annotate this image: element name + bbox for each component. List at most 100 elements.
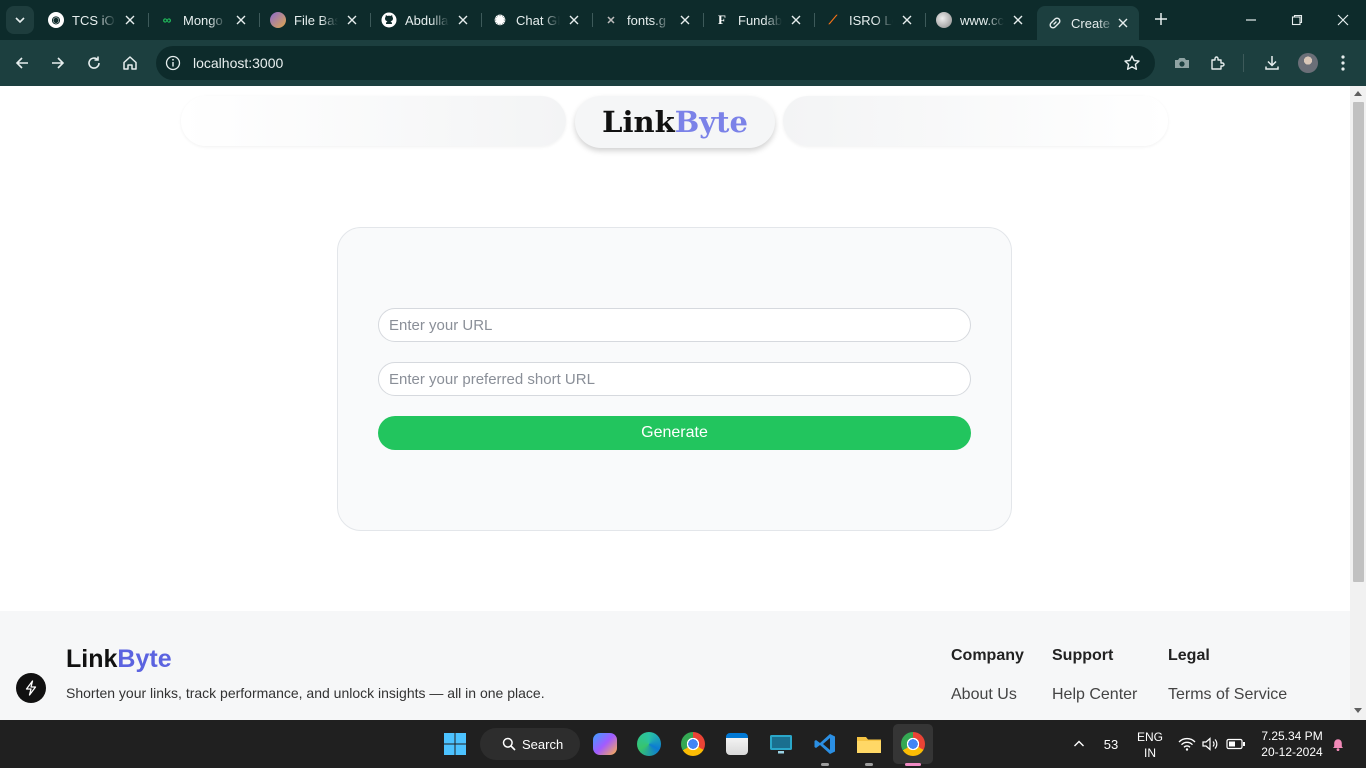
footer-link-help-center[interactable]: Help Center bbox=[1052, 686, 1137, 704]
browser-menu-button[interactable] bbox=[1331, 51, 1355, 75]
download-icon bbox=[1265, 56, 1279, 70]
minimize-icon bbox=[1246, 19, 1256, 21]
start-button[interactable] bbox=[440, 729, 470, 759]
battery-status[interactable] bbox=[1224, 729, 1248, 759]
browser-tab[interactable]: ◉ TCS iON bbox=[38, 6, 146, 34]
tcs-icon: ◉ bbox=[48, 12, 64, 28]
notifications-button[interactable] bbox=[1326, 729, 1350, 759]
browser-tab-strip: ◉ TCS iON ∞ Mongo File Bas Abdulla ✺ Cha… bbox=[0, 0, 1366, 40]
running-indicator bbox=[821, 763, 829, 766]
browser-tab[interactable]: ⟋ ISRO Le bbox=[815, 6, 923, 34]
profile-button[interactable] bbox=[1296, 51, 1320, 75]
footer-link-about-us[interactable]: About Us bbox=[951, 686, 1017, 704]
close-tab-icon[interactable] bbox=[899, 12, 915, 28]
language-line-1[interactable]: ENG bbox=[1134, 730, 1166, 744]
address-bar[interactable]: localhost:3000 bbox=[156, 46, 1155, 80]
tab-title: fonts.g bbox=[627, 12, 667, 28]
close-tab-icon[interactable] bbox=[344, 12, 360, 28]
minimize-button[interactable] bbox=[1239, 8, 1263, 32]
reload-button[interactable] bbox=[82, 51, 106, 75]
store-app[interactable] bbox=[722, 729, 752, 759]
downloads-button[interactable] bbox=[1260, 51, 1284, 75]
extensions-button[interactable] bbox=[1206, 51, 1230, 75]
file-explorer-app[interactable] bbox=[854, 729, 884, 759]
file-base-icon bbox=[270, 12, 286, 28]
edge-icon bbox=[637, 732, 661, 756]
tab-title: ISRO Le bbox=[849, 12, 893, 28]
monitor-app[interactable] bbox=[766, 729, 796, 759]
tab-title: Fundab bbox=[738, 12, 782, 28]
vscode-app[interactable] bbox=[810, 729, 840, 759]
browser-tab-active[interactable]: Create bbox=[1037, 6, 1139, 40]
home-button[interactable] bbox=[118, 51, 142, 75]
vscode-icon bbox=[814, 734, 835, 754]
language-line-2[interactable]: IN bbox=[1134, 746, 1166, 760]
tab-title: Create bbox=[1071, 15, 1111, 31]
new-tab-button[interactable] bbox=[1150, 8, 1172, 30]
close-tab-icon[interactable] bbox=[1010, 12, 1026, 28]
puzzle-icon bbox=[1211, 56, 1225, 70]
chrome-app[interactable] bbox=[678, 729, 708, 759]
scroll-down-arrow-icon[interactable] bbox=[1354, 708, 1362, 713]
taskbar-search[interactable]: Search bbox=[480, 728, 580, 760]
browser-tab[interactable]: ✕ fonts.g bbox=[593, 6, 701, 34]
arrow-left-icon bbox=[15, 57, 28, 69]
browser-tab[interactable]: File Bas bbox=[260, 6, 368, 34]
dev-tools-badge[interactable] bbox=[16, 673, 46, 703]
show-hidden-icons-button[interactable] bbox=[1066, 729, 1092, 759]
browser-tab[interactable]: www.cc bbox=[926, 6, 1034, 34]
mongodb-icon: ∞ bbox=[162, 13, 172, 27]
close-tab-icon[interactable] bbox=[1115, 15, 1131, 31]
volume-status[interactable] bbox=[1200, 729, 1222, 759]
short-url-input[interactable] bbox=[378, 362, 971, 396]
avatar bbox=[1298, 53, 1318, 73]
url-input[interactable] bbox=[378, 308, 971, 342]
chrome-profile-app[interactable] bbox=[898, 729, 928, 759]
edge-app[interactable] bbox=[634, 729, 664, 759]
close-tab-icon[interactable] bbox=[122, 12, 138, 28]
forward-button[interactable] bbox=[46, 51, 70, 75]
tray-count[interactable]: 53 bbox=[1098, 737, 1124, 752]
close-window-button[interactable] bbox=[1331, 8, 1355, 32]
bookmark-star-icon[interactable] bbox=[1123, 54, 1141, 72]
back-button[interactable] bbox=[10, 51, 34, 75]
browser-tab[interactable]: Abdulla bbox=[371, 6, 479, 34]
clock-date[interactable]: 20-12-2024 bbox=[1252, 745, 1332, 759]
address-url[interactable]: localhost:3000 bbox=[193, 55, 283, 71]
close-tab-icon[interactable] bbox=[455, 12, 471, 28]
copilot-app[interactable] bbox=[590, 729, 620, 759]
wifi-status[interactable] bbox=[1176, 729, 1198, 759]
clock-time[interactable]: 7.25.34 PM bbox=[1252, 729, 1332, 743]
fundable-icon: F bbox=[718, 12, 726, 27]
screenshot-button[interactable] bbox=[1170, 51, 1194, 75]
navbar-logo[interactable]: Link Byte bbox=[575, 96, 775, 148]
scroll-thumb[interactable] bbox=[1353, 102, 1364, 582]
page-scrollbar[interactable] bbox=[1350, 86, 1366, 720]
close-tab-icon[interactable] bbox=[566, 12, 582, 28]
footer-link-terms[interactable]: Terms of Service bbox=[1168, 686, 1287, 704]
speaker-icon bbox=[1202, 737, 1218, 751]
browser-tab[interactable]: ∞ Mongo bbox=[149, 6, 257, 34]
generate-button[interactable]: Generate bbox=[378, 416, 971, 450]
tab-search-button[interactable] bbox=[6, 6, 34, 34]
browser-tab[interactable]: F Fundab bbox=[704, 6, 812, 34]
footer-logo-byte: Byte bbox=[117, 645, 172, 673]
camera-icon bbox=[1175, 58, 1189, 68]
tab-title: Mongo bbox=[183, 12, 223, 28]
site-info-icon[interactable] bbox=[164, 54, 182, 72]
search-icon bbox=[502, 737, 516, 751]
footer-logo[interactable]: LinkByte bbox=[66, 645, 172, 674]
browser-tab[interactable]: ✺ Chat GI bbox=[482, 6, 590, 34]
chrome-icon bbox=[681, 732, 705, 756]
restore-button[interactable] bbox=[1285, 8, 1309, 32]
fonts-icon: ✕ bbox=[606, 14, 616, 27]
bell-icon bbox=[1333, 739, 1343, 751]
footer-heading-legal: Legal bbox=[1168, 647, 1210, 664]
windows-taskbar: Search 53 ENG IN 7.25.34 PM 20-12-2024 bbox=[0, 720, 1366, 768]
close-tab-icon[interactable] bbox=[677, 12, 693, 28]
close-tab-icon[interactable] bbox=[788, 12, 804, 28]
reload-icon bbox=[88, 56, 100, 69]
tab-title: File Bas bbox=[294, 12, 338, 28]
close-tab-icon[interactable] bbox=[233, 12, 249, 28]
scroll-up-arrow-icon[interactable] bbox=[1354, 91, 1362, 96]
